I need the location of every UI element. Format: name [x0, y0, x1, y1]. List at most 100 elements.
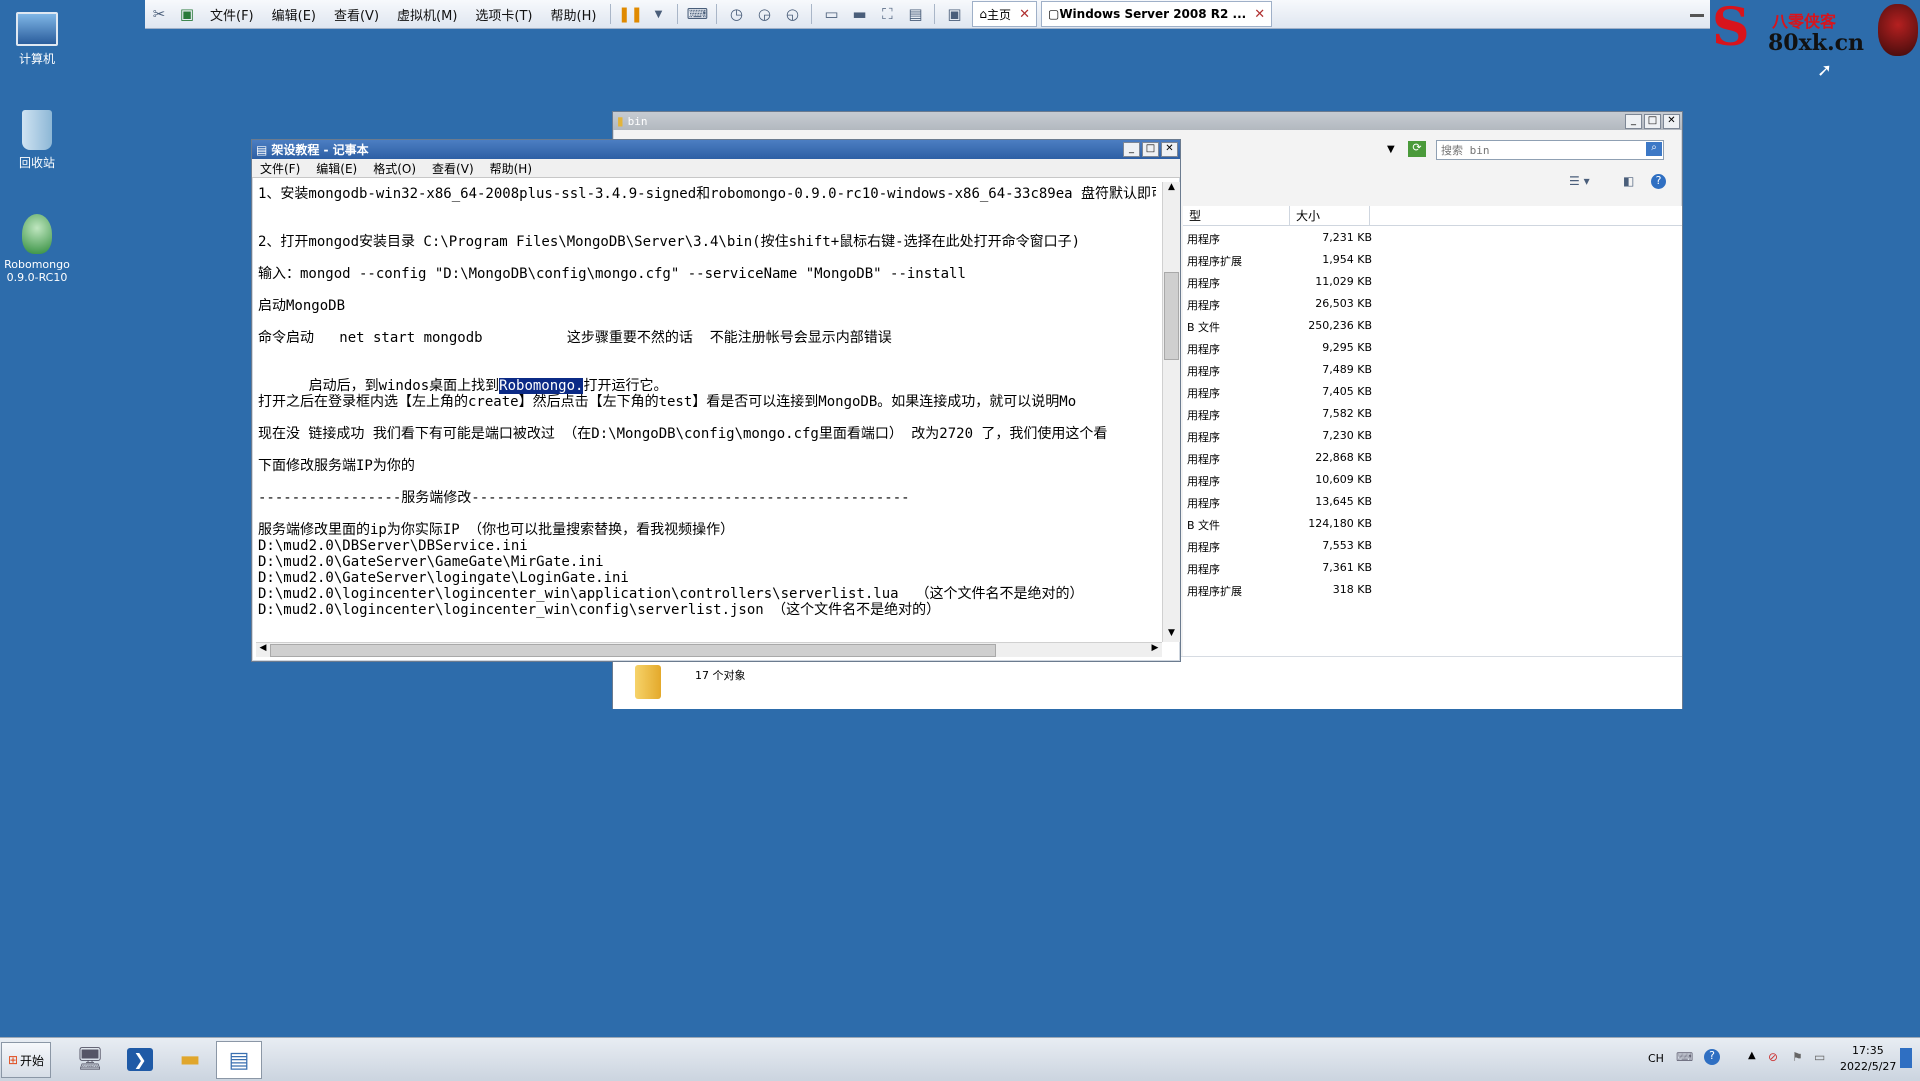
maximize-button[interactable]: □ [1142, 142, 1159, 157]
file-row[interactable]: 用程序 7,553 KB [1183, 536, 1682, 558]
column-size[interactable]: 大小 [1290, 206, 1370, 226]
file-row[interactable]: 用程序 7,582 KB [1183, 404, 1682, 426]
file-row[interactable]: 用程序扩展 1,954 KB [1183, 250, 1682, 272]
file-row[interactable]: 用程序 7,361 KB [1183, 558, 1682, 580]
np-menu-help[interactable]: 帮助(H) [490, 160, 532, 177]
search-input[interactable] [1437, 141, 1633, 159]
show-desktop-button[interactable] [1900, 1048, 1912, 1068]
scroll-left-icon[interactable]: ◀ [256, 643, 270, 653]
snapshot-icon[interactable]: ◷ [725, 3, 747, 25]
file-row[interactable]: B 文件 124,180 KB [1183, 514, 1682, 536]
explorer-titlebar[interactable]: ▮ bin _ □ ✕ [613, 112, 1682, 130]
item-count: 17 个对象 [695, 669, 746, 682]
desktop-icon-recycle-bin[interactable]: 回收站 [0, 110, 77, 171]
server-manager-icon[interactable]: 🖥 [68, 1041, 112, 1077]
file-type: 用程序 [1187, 343, 1220, 356]
flag-icon[interactable]: ⚑ [1792, 1050, 1803, 1064]
preview-pane-icon[interactable]: ◧ [1623, 174, 1634, 188]
powershell-icon[interactable]: ❯ [118, 1041, 162, 1077]
vertical-scrollbar[interactable]: ▲ ▼ [1162, 182, 1180, 642]
scroll-thumb[interactable] [270, 644, 996, 657]
file-row[interactable]: 用程序 7,230 KB [1183, 426, 1682, 448]
search-icon[interactable]: ⌕ [1646, 142, 1662, 156]
vm-menu-help[interactable]: 帮助(H) [551, 5, 597, 24]
monitor-icon[interactable]: ▭ [1814, 1050, 1825, 1064]
notepad-titlebar[interactable]: ▤ 架设教程 - 记事本 _ □ ✕ [252, 140, 1180, 159]
console-view-icon[interactable]: ▬ [848, 3, 870, 25]
notepad-taskbar-icon[interactable]: ▤ [216, 1041, 262, 1079]
text-area[interactable]: 1、安装mongodb-win32-x86_64-2008plus-ssl-3.… [256, 182, 1156, 620]
file-row[interactable]: 用程序 7,405 KB [1183, 382, 1682, 404]
file-row[interactable]: 用程序 22,868 KB [1183, 448, 1682, 470]
minimize-button[interactable]: _ [1625, 113, 1642, 129]
address-dropdown-icon[interactable]: ▼ [1387, 144, 1395, 155]
file-row[interactable]: 用程序 10,609 KB [1183, 470, 1682, 492]
refresh-icon[interactable]: ⟳ [1408, 141, 1426, 157]
scroll-down-icon[interactable]: ▼ [1163, 628, 1180, 642]
pause-icon[interactable]: ❚❚ [618, 3, 643, 25]
vm-menu-edit[interactable]: 编辑(E) [272, 5, 316, 24]
text-line: 命令启动 net start mongodb 这步骤重要不然的话 不能注册帐号会… [258, 330, 892, 346]
file-type: 用程序 [1187, 409, 1220, 422]
file-row[interactable]: 用程序 7,489 KB [1183, 360, 1682, 382]
vm-console-icon[interactable]: ▣ [176, 3, 198, 25]
file-row[interactable]: 用程序 26,503 KB [1183, 294, 1682, 316]
ime-indicator[interactable]: CH [1648, 1052, 1664, 1065]
minimize-button[interactable]: _ [1123, 142, 1140, 157]
library-icon[interactable]: ▭ [820, 3, 842, 25]
np-menu-edit[interactable]: 编辑(E) [316, 160, 357, 177]
thumbnail-icon[interactable]: ▣ [943, 3, 965, 25]
close-button[interactable]: ✕ [1161, 142, 1178, 157]
np-menu-file[interactable]: 文件(F) [260, 160, 300, 177]
column-type[interactable]: 型 [1183, 206, 1290, 226]
close-icon[interactable]: ✕ [1254, 7, 1265, 22]
scroll-up-icon[interactable]: ▲ [1163, 182, 1180, 196]
vm-minimize-icon[interactable] [1690, 14, 1704, 17]
tab-windows-server[interactable]: ▢ Windows Server 2008 R2 ... ✕ [1040, 1, 1273, 27]
tab-home[interactable]: ⌂ 主页 ✕ [972, 1, 1037, 27]
chevron-up-icon[interactable]: ▲ [1748, 1050, 1756, 1061]
close-button[interactable]: ✕ [1663, 113, 1680, 129]
vm-menu-vm[interactable]: 虚拟机(M) [397, 5, 457, 24]
send-keys-icon[interactable]: ⌨ [686, 3, 709, 25]
file-row[interactable]: 用程序 11,029 KB [1183, 272, 1682, 294]
file-row[interactable]: 用程序扩展 318 KB [1183, 580, 1682, 602]
explorer-taskbar-icon[interactable]: ▬ [168, 1041, 212, 1077]
scroll-thumb[interactable] [1164, 272, 1179, 360]
clock-date[interactable]: 2022/5/27 [1840, 1060, 1896, 1073]
view-options-icon[interactable]: ☰ ▾ [1569, 174, 1590, 188]
pin-icon[interactable]: ✂ [148, 3, 170, 25]
file-size: 7,582 KB [1322, 407, 1372, 420]
file-row[interactable]: 用程序 9,295 KB [1183, 338, 1682, 360]
vm-menu-tabs[interactable]: 选项卡(T) [475, 5, 532, 24]
maximize-button[interactable]: □ [1644, 113, 1661, 129]
close-icon[interactable]: ✕ [1019, 7, 1030, 22]
horizontal-scrollbar[interactable]: ◀ ▶ [256, 642, 1162, 657]
clock-time[interactable]: 17:35 [1852, 1044, 1884, 1057]
vm-menu-view[interactable]: 查看(V) [334, 5, 379, 24]
np-menu-view[interactable]: 查看(V) [432, 160, 474, 177]
help-icon[interactable]: ? [1651, 174, 1666, 189]
vm-menu-file[interactable]: 文件(F) [210, 5, 254, 24]
fullscreen-icon[interactable]: ⛶ [876, 3, 898, 25]
file-row[interactable]: B 文件 250,236 KB [1183, 316, 1682, 338]
search-box[interactable]: ⌕ [1436, 140, 1664, 160]
file-row[interactable]: 用程序 13,645 KB [1183, 492, 1682, 514]
network-icon[interactable]: ⊘ [1768, 1050, 1778, 1064]
text-line: 启动MongoDB [258, 298, 346, 314]
keyboard-icon[interactable]: ⌨ [1676, 1050, 1693, 1064]
file-row[interactable]: 用程序 7,231 KB [1183, 228, 1682, 250]
file-size: 10,609 KB [1315, 473, 1372, 486]
revert-snapshot-icon[interactable]: ◶ [753, 3, 775, 25]
mouse-cursor-icon: ➚ [1817, 60, 1833, 81]
dropdown-icon[interactable]: ▼ [647, 3, 669, 25]
start-button[interactable]: ⊞ 开始 [1, 1042, 51, 1078]
unity-icon[interactable]: ▤ [904, 3, 926, 25]
np-menu-format[interactable]: 格式(O) [373, 160, 416, 177]
scroll-right-icon[interactable]: ▶ [1148, 643, 1162, 653]
file-size: 11,029 KB [1315, 275, 1372, 288]
help-icon[interactable]: ? [1704, 1049, 1720, 1065]
desktop-icon-robomongo[interactable]: Robomongo 0.9.0-RC10 [0, 214, 77, 284]
desktop-icon-computer[interactable]: 计算机 [0, 8, 77, 67]
snapshot-manager-icon[interactable]: ◵ [781, 3, 803, 25]
